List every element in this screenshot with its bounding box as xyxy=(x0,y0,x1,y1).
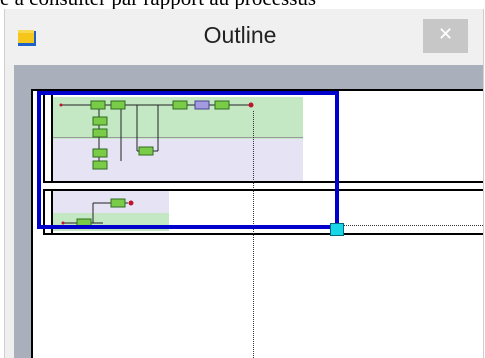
title-bar[interactable]: Outline ✕ xyxy=(5,9,483,65)
outline-panel xyxy=(14,65,483,358)
window-title: Outline xyxy=(203,22,277,48)
close-button[interactable]: ✕ xyxy=(423,19,468,53)
outline-canvas[interactable] xyxy=(31,89,483,358)
viewport-resize-handle[interactable] xyxy=(330,223,344,236)
viewport-rectangle[interactable] xyxy=(37,91,339,229)
close-icon: ✕ xyxy=(437,24,454,45)
outline-window: Outline ✕ xyxy=(4,9,484,358)
background-document-text: e à consulter par rapport au processus xyxy=(0,0,485,9)
